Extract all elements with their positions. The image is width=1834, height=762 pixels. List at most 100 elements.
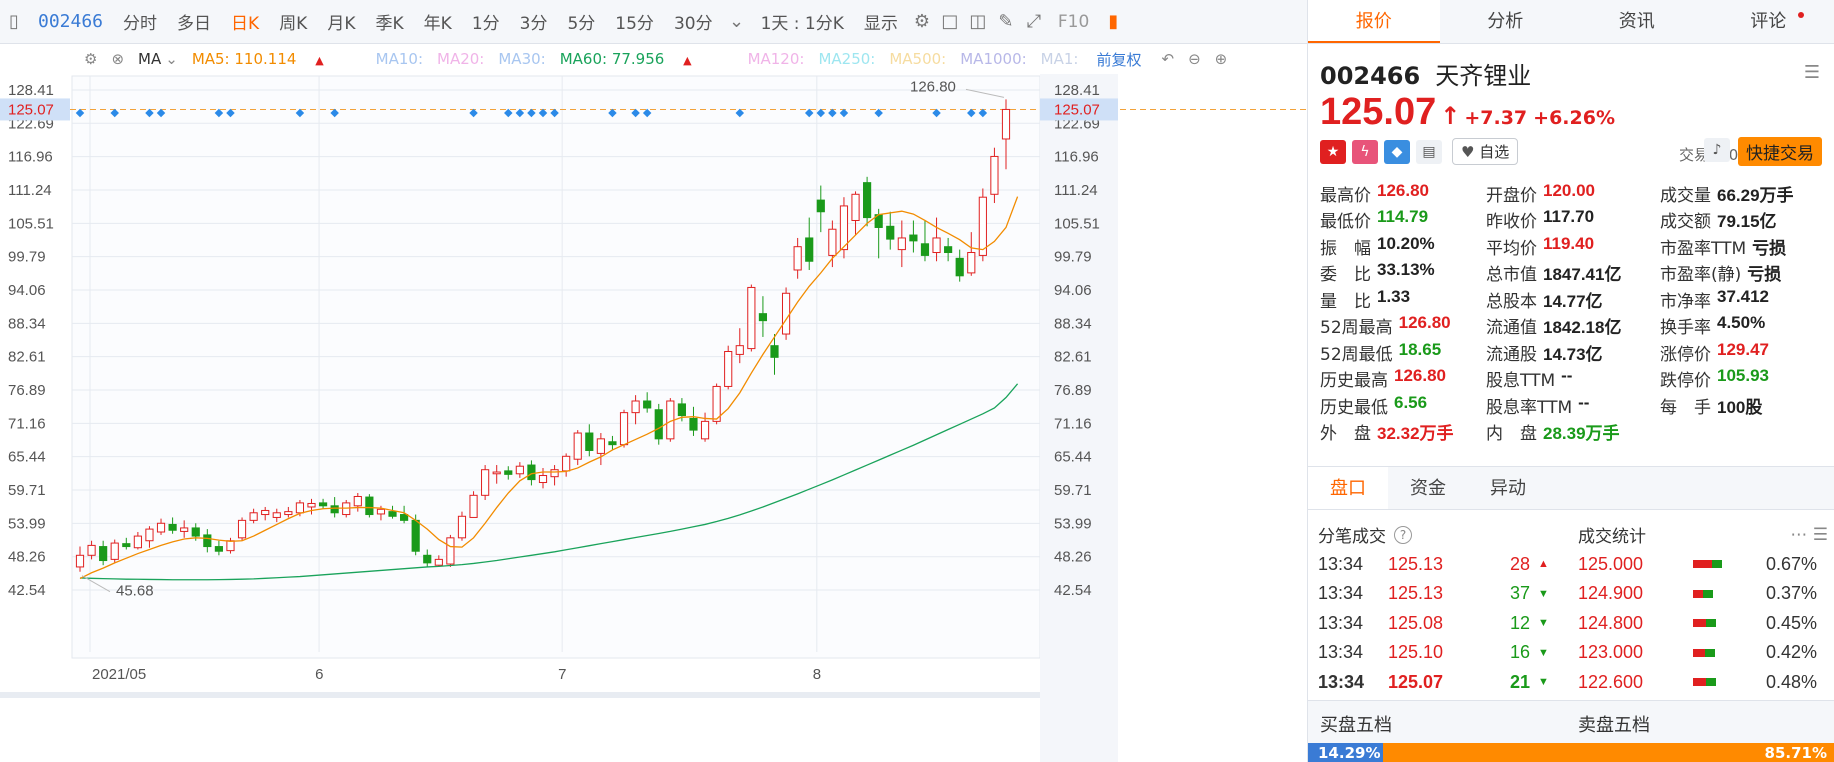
stat-value: 37.412 <box>1717 286 1769 306</box>
chevron-down-icon[interactable]: ⌄ <box>723 8 751 36</box>
tab-comments[interactable]: 评论 <box>1703 0 1834 43</box>
candle-body <box>457 515 467 539</box>
volume-stat-row: 125.000 0.67% <box>1578 550 1828 580</box>
zoom-in-icon[interactable]: ⊕ <box>1215 50 1228 68</box>
y-tick-label-left: 105.51 <box>8 215 54 232</box>
candle-body <box>434 558 443 566</box>
tab-anomaly[interactable]: 异动 <box>1468 467 1548 509</box>
stat-value: 126.80 <box>1398 313 1451 333</box>
volume-stat-price: 122.600 <box>1578 671 1644 692</box>
f10-button[interactable]: F10 <box>1048 12 1099 32</box>
kline-chart[interactable]: 128.41 128.41 122.69 122.69 116.96 116.96 111.… <box>0 44 1307 762</box>
period-3min[interactable]: 3分 <box>510 9 558 34</box>
candle-body <box>596 438 605 454</box>
stat-value: 105.93 <box>1717 366 1769 386</box>
lightning-icon[interactable]: ϟ <box>1352 139 1378 164</box>
stat-key: 历史最高 <box>1320 371 1388 392</box>
square-icon[interactable]: □ <box>936 8 964 36</box>
tag-icon[interactable]: ◆ <box>1384 139 1410 164</box>
stat-value: 1.33 <box>1377 286 1411 306</box>
period-weekly-k[interactable]: 周K <box>269 9 317 34</box>
period-30min[interactable]: 30分 <box>664 9 723 34</box>
candle-body <box>515 465 524 475</box>
down-triangle-icon: ▼ <box>1538 617 1549 630</box>
panel-toggle-icon[interactable]: ▮ <box>1099 8 1127 36</box>
candle-body <box>203 534 212 548</box>
stats-row: 历史最低 6.56 股息率TTM -- 每 手 100股 <box>1320 392 1830 419</box>
period-1day-1min[interactable]: 1天 : 1分K <box>751 9 854 34</box>
ma-label[interactable]: MA <box>138 50 161 68</box>
adjust-button[interactable]: 前复权 <box>1096 49 1141 70</box>
period-quarterly-k[interactable]: 季K <box>366 9 414 34</box>
heart-icon: ♥ <box>1461 143 1475 161</box>
tab-analysis[interactable]: 分析 <box>1440 0 1572 43</box>
favorite-label: 自选 <box>1479 143 1510 161</box>
pen-icon[interactable]: ✎ <box>992 8 1020 36</box>
volume-stat-bar <box>1693 589 1733 598</box>
stat-value: 120.00 <box>1543 180 1595 200</box>
period-1min[interactable]: 1分 <box>462 9 510 34</box>
period-monthly-k[interactable]: 月K <box>317 9 365 34</box>
stats-row: 振 幅 10.20% 平均价 119.40 市盈率TTM 亏损 <box>1320 233 1830 260</box>
stat-key: 历史最低 <box>1320 397 1388 418</box>
tab-news[interactable]: 资讯 <box>1571 0 1703 43</box>
stat-key: 成交量 <box>1660 185 1711 206</box>
y-tick-label-left: 48.26 <box>8 549 46 566</box>
quick-trade-button[interactable]: 快捷交易 <box>1738 137 1822 166</box>
sidebar-toggle-icon[interactable]: ▯ <box>0 8 28 36</box>
period-15min[interactable]: 15分 <box>605 9 664 34</box>
gear-icon[interactable]: ⚙ <box>84 50 97 68</box>
candle-body <box>411 519 420 552</box>
stat-value: 33.13% <box>1377 260 1435 280</box>
stats-row: 委 比 33.13% 总市值 1847.41亿 市盈率(静) 亏损 <box>1320 260 1830 287</box>
stat-cell: 换手率 4.50% <box>1660 313 1830 338</box>
quote-stats: 最高价 126.80 开盘价 120.00 成交量 66.29万手 最低价 114.79 昨收价… <box>1320 180 1830 445</box>
period-yearly-k[interactable]: 年K <box>414 9 462 34</box>
volume-stats-list: 125.000 0.67% 124.900 0.37% 124.800 0.45% 123.… <box>1578 550 1828 698</box>
note-icon[interactable]: ▤ <box>1416 139 1442 164</box>
fullscreen-icon[interactable]: ⤢ <box>1020 8 1048 36</box>
tab-order-book[interactable]: 盘口 <box>1308 467 1388 509</box>
candle-body <box>133 535 142 549</box>
volume-stats-title: 成交统计 <box>1578 527 1646 548</box>
stats-row: 量 比 1.33 总股本 14.77亿 市净率 37.412 <box>1320 286 1830 313</box>
stat-value: 亏损 <box>1752 238 1787 258</box>
camera-icon[interactable]: ◫ <box>964 8 992 36</box>
chevron-down-icon[interactable]: ⌄ <box>165 50 178 68</box>
ma60-value: MA60: 77.956 ▲ <box>560 50 706 68</box>
stat-value: 28.39万手 <box>1543 424 1620 444</box>
menu-icon[interactable]: ☰ <box>1804 62 1820 83</box>
volume-stat-pct: 0.48% <box>1765 671 1817 692</box>
tab-fund-flow[interactable]: 资金 <box>1388 467 1468 509</box>
trade-row: 13:34 125.10 16 ▼ <box>1318 638 1558 668</box>
close-icon[interactable]: ⊗ <box>111 50 124 68</box>
china-flag-icon[interactable]: ★ <box>1320 139 1346 164</box>
y-tick-label-right: 42.54 <box>1054 582 1092 599</box>
more-icon[interactable]: ⋯ ☰ <box>1790 525 1828 545</box>
display-menu[interactable]: 显示 <box>854 9 908 34</box>
candle-body <box>75 554 85 568</box>
help-icon[interactable]: ? <box>1394 525 1412 544</box>
bell-icon[interactable]: ♪ <box>1704 138 1730 162</box>
kline-svg[interactable]: 128.41 128.41122.69 122.69116.96 116.96111.… <box>0 44 1307 762</box>
undo-icon[interactable]: ↶ <box>1162 50 1175 68</box>
stat-key: 市盈率(静) <box>1660 265 1742 286</box>
candle-body <box>307 502 316 508</box>
candle-body <box>1001 108 1011 140</box>
zoom-out-icon[interactable]: ⊖ <box>1188 50 1201 68</box>
period-intraday[interactable]: 分时 <box>113 9 167 34</box>
tick-trade-list: 13:34 125.13 28 ▲ 13:34 125.13 37 ▼ 13:34 125.08 1… <box>1318 550 1558 698</box>
order-book-tabs: 盘口 资金 异动 <box>1308 466 1834 510</box>
price-change: +7.37 <box>1464 107 1528 129</box>
tab-quote[interactable]: 报价 <box>1308 0 1440 43</box>
candle-body <box>747 286 756 350</box>
settings-icon[interactable]: ⚙ <box>908 8 936 36</box>
period-multiday[interactable]: 多日 <box>167 9 221 34</box>
tick-trades-title: 分笔成交 <box>1318 527 1386 548</box>
add-favorite-button[interactable]: ♥ 自选 <box>1452 138 1519 165</box>
period-5min[interactable]: 5分 <box>557 9 605 34</box>
stat-value: 1842.18亿 <box>1543 318 1622 338</box>
stat-value: 32.32万手 <box>1377 424 1454 444</box>
period-daily-k[interactable]: 日K <box>221 9 269 34</box>
candle-body <box>481 469 490 496</box>
